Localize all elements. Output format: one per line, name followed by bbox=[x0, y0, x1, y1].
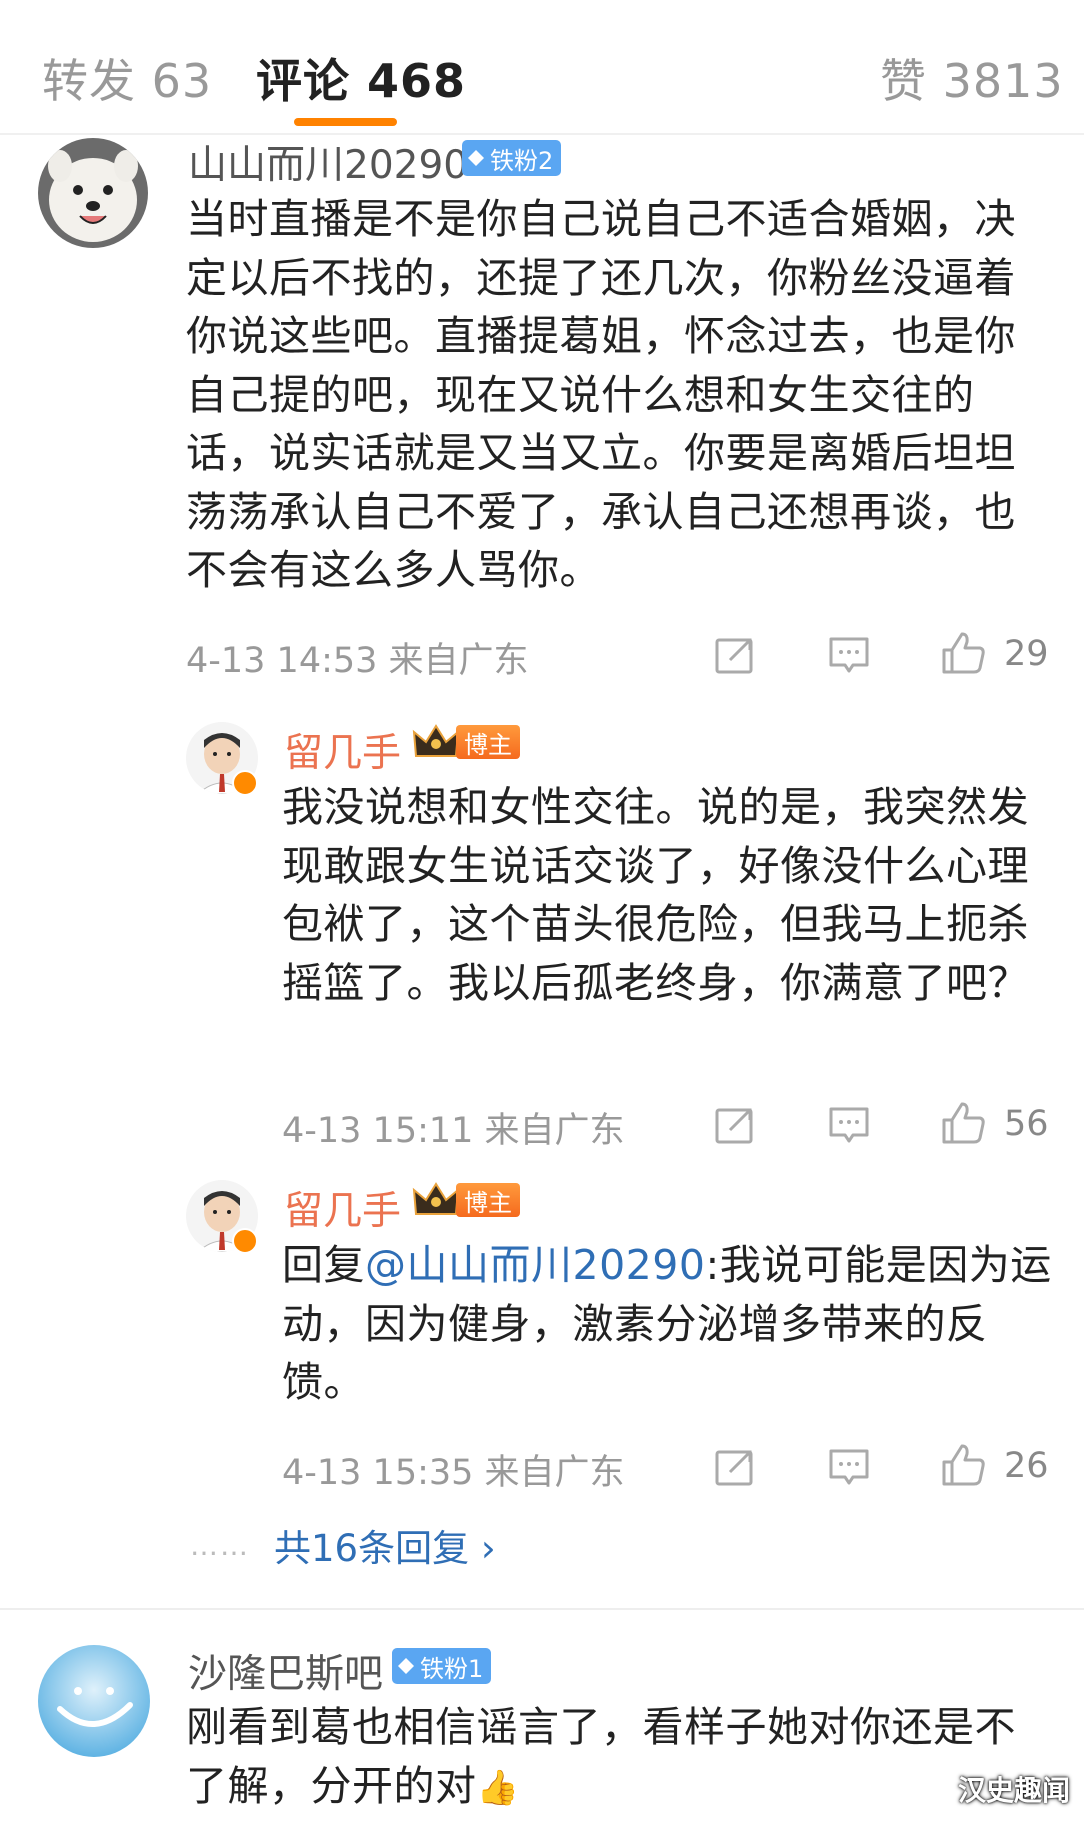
tab-likes[interactable]: 赞 3813 bbox=[880, 45, 1064, 111]
mention-link[interactable]: @山山而川20290 bbox=[365, 1241, 705, 1289]
like-count: 56 bbox=[1004, 1104, 1049, 1144]
comment-meta: 4-13 15:11 来自广东 bbox=[282, 1111, 625, 1151]
comment-text: 刚看到葛也相信谣言了，看样子她对你还是不了解，分开的对👍 bbox=[186, 1698, 1048, 1818]
tab-comments[interactable]: 评论 468 bbox=[256, 45, 466, 111]
more-replies[interactable]: …… 共16条回复 › bbox=[190, 1520, 496, 1570]
more-replies-link[interactable]: 共16条回复 › bbox=[274, 1518, 496, 1572]
username[interactable]: 留几手 bbox=[284, 722, 401, 778]
fan-badge: 铁粉1 bbox=[392, 1648, 492, 1684]
diamond-icon bbox=[398, 1658, 414, 1674]
tab-bar: 转发 63 评论 468 赞 3813 bbox=[0, 0, 1084, 135]
comment-meta: 4-13 15:35 来自广东 bbox=[282, 1453, 625, 1493]
samoyed-avatar-icon bbox=[38, 138, 148, 248]
comment-text: 我没说想和女性交往。说的是，我突然发现敢跟女生说话交谈了，好像没什么心理包袱了，… bbox=[282, 783, 1029, 1007]
divider bbox=[0, 1608, 1084, 1610]
verified-icon bbox=[232, 770, 258, 796]
username[interactable]: 留几手 bbox=[284, 1180, 401, 1236]
like-icon[interactable] bbox=[940, 1100, 986, 1146]
fan-badge: 铁粉2 bbox=[462, 140, 562, 176]
username[interactable]: 沙隆巴斯吧 bbox=[188, 1643, 383, 1699]
thumbs-up-icon: 👍 bbox=[476, 1768, 520, 1809]
tab-repost[interactable]: 转发 63 bbox=[42, 45, 212, 111]
like-count: 26 bbox=[1004, 1446, 1049, 1486]
watermark: 汉史趣闻 bbox=[957, 1774, 1070, 1807]
more-dots: …… bbox=[190, 1528, 250, 1562]
comment-text: 回复@山山而川20290:我说可能是因为运动，因为健身，激素分泌增多带来的反馈。 bbox=[282, 1236, 1052, 1412]
reply-prefix: 回复 bbox=[282, 1241, 365, 1289]
crown-icon bbox=[412, 1182, 460, 1215]
comment-text: 当时直播是不是你自己说自己不适合婚姻，决定以后不找的，还提了还几次，你粉丝没逼着… bbox=[186, 195, 1016, 594]
avatar[interactable] bbox=[38, 1645, 150, 1757]
comment-meta: 4-13 14:53 来自广东 bbox=[186, 641, 529, 681]
share-icon[interactable] bbox=[714, 634, 756, 676]
verified-icon bbox=[232, 1228, 258, 1254]
like-count: 29 bbox=[1004, 634, 1049, 674]
crown-icon bbox=[412, 724, 460, 757]
share-icon[interactable] bbox=[714, 1104, 756, 1146]
tab-active-indicator bbox=[294, 118, 397, 126]
diamond-icon bbox=[468, 150, 484, 166]
share-icon[interactable] bbox=[714, 1446, 756, 1488]
blogger-badge: 博主 bbox=[412, 1180, 520, 1220]
like-icon[interactable] bbox=[940, 630, 986, 676]
avatar[interactable] bbox=[38, 138, 148, 248]
sky-avatar-icon bbox=[38, 1645, 150, 1757]
comment-icon[interactable] bbox=[828, 634, 870, 676]
like-icon[interactable] bbox=[940, 1442, 986, 1488]
comment-icon[interactable] bbox=[828, 1104, 870, 1146]
blogger-badge: 博主 bbox=[412, 722, 520, 762]
comment-icon[interactable] bbox=[828, 1446, 870, 1488]
username[interactable]: 山山而川20290 bbox=[188, 134, 468, 190]
